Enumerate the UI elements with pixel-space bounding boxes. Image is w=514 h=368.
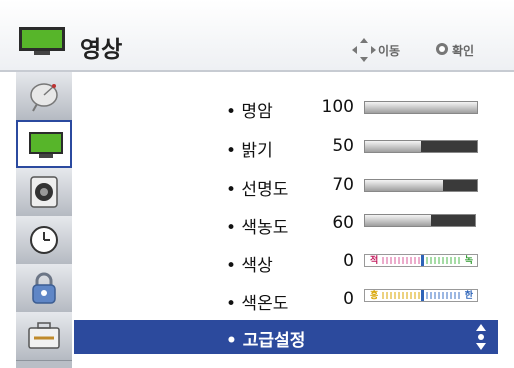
up-down-arrow-icon <box>476 324 486 350</box>
sidebar-item-picture[interactable] <box>16 120 72 168</box>
brightness-slider[interactable] <box>364 140 478 153</box>
tint-marker <box>421 255 424 266</box>
setting-row-tint[interactable]: • 색상 0 <box>226 251 354 279</box>
setting-label: • 고급설정 <box>226 331 306 351</box>
category-sidebar <box>16 72 72 368</box>
picture-menu-osd: 영상 이동 확인 • 명암 100 • 밝기 50 • 선명도 70 • 색농도… <box>0 0 514 368</box>
setting-value: 50 <box>332 136 354 156</box>
tint-right-label: 녹 <box>464 256 473 266</box>
setting-row-contrast[interactable]: • 명암 100 <box>226 97 354 125</box>
page-title: 영상 <box>80 37 123 63</box>
ok-button-icon <box>436 43 448 55</box>
clock-icon <box>30 226 58 254</box>
menu-header: 영상 이동 확인 <box>0 0 514 72</box>
color-temp-balance-slider[interactable]: 홍 한 <box>364 289 478 302</box>
contrast-slider[interactable] <box>364 101 478 114</box>
setting-label: • 밝기 <box>226 141 273 161</box>
sidebar-item-lock[interactable] <box>16 264 72 313</box>
setting-label: • 명암 <box>226 102 273 122</box>
slider-rest <box>443 180 477 191</box>
setting-row-advanced[interactable]: • 고급설정 <box>74 320 498 354</box>
toolbox-icon <box>28 322 60 349</box>
tv-icon <box>19 27 65 55</box>
setting-value: 0 <box>343 251 354 271</box>
sidebar-item-channel[interactable] <box>16 72 72 121</box>
move-arrows-icon <box>352 38 376 62</box>
setting-label: • 색상 <box>226 256 273 276</box>
setting-label: • 색농도 <box>226 218 289 238</box>
temp-marker <box>421 290 424 301</box>
setting-value: 70 <box>332 175 354 195</box>
setting-value: 0 <box>343 289 354 309</box>
setting-row-brightness[interactable]: • 밝기 50 <box>226 136 354 164</box>
slider-rest <box>421 141 477 152</box>
sidebar-item-time[interactable] <box>16 216 72 265</box>
setting-row-color-temp[interactable]: • 색온도 0 <box>226 289 354 317</box>
sidebar-item-sound[interactable] <box>16 168 72 217</box>
setting-value: 60 <box>332 213 354 233</box>
sharpness-slider[interactable] <box>364 179 478 192</box>
tint-balance-slider[interactable]: 적 녹 <box>364 254 478 267</box>
setting-label: • 색온도 <box>226 294 289 314</box>
lock-icon <box>32 272 56 304</box>
hint-ok-label: 확인 <box>452 44 475 58</box>
hint-move-label: 이동 <box>378 44 401 58</box>
slider-rest <box>431 215 475 226</box>
sidebar-item-options[interactable] <box>16 312 72 361</box>
setting-value: 100 <box>321 97 354 117</box>
speaker-icon <box>30 176 58 208</box>
satellite-dish-icon <box>30 83 58 112</box>
picture-tv-icon <box>29 132 63 158</box>
temp-right-label: 한 <box>464 291 473 301</box>
color-slider[interactable] <box>364 214 476 227</box>
setting-row-color[interactable]: • 색농도 60 <box>226 213 354 241</box>
setting-row-sharpness[interactable]: • 선명도 70 <box>226 175 354 203</box>
setting-label: • 선명도 <box>226 180 289 200</box>
